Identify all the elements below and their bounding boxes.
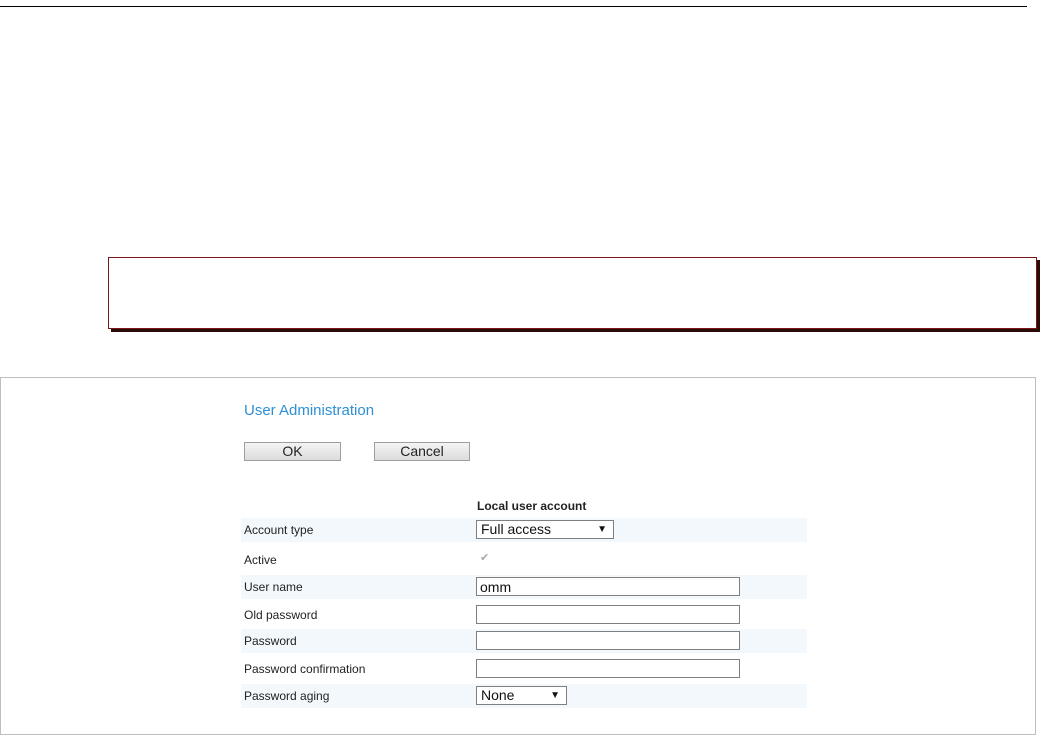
user-name-row: User name xyxy=(241,575,807,599)
chevron-down-icon: ▼ xyxy=(550,690,560,701)
checkmark-icon: ✔ xyxy=(480,552,490,564)
account-type-row: Account type Full access ▼ xyxy=(241,518,807,542)
password-label: Password xyxy=(244,634,297,648)
old-password-row: Old password xyxy=(241,603,807,627)
cancel-button[interactable]: Cancel xyxy=(374,442,470,461)
user-name-label: User name xyxy=(244,580,303,594)
active-label: Active xyxy=(244,553,277,567)
section-heading: Local user account xyxy=(477,499,587,513)
note-box xyxy=(108,257,1037,329)
password-aging-row: Password aging None ▼ xyxy=(241,684,807,708)
user-name-input[interactable] xyxy=(476,577,740,596)
password-aging-label: Password aging xyxy=(244,689,330,703)
password-input[interactable] xyxy=(476,631,740,650)
header-rule xyxy=(0,6,1027,7)
page-title: User Administration xyxy=(244,402,375,419)
password-row: Password xyxy=(241,629,807,653)
active-checkbox[interactable]: ✔ xyxy=(480,552,492,564)
chevron-down-icon: ▼ xyxy=(597,524,607,535)
account-type-value: Full access xyxy=(481,521,552,537)
account-type-label: Account type xyxy=(244,523,314,537)
old-password-input[interactable] xyxy=(476,605,740,624)
password-confirmation-label: Password confirmation xyxy=(244,662,366,676)
password-aging-value: None xyxy=(481,687,515,703)
document-page: User Administration OK Cancel Local user… xyxy=(0,0,1043,735)
ok-button[interactable]: OK xyxy=(244,442,341,461)
password-confirmation-row: Password confirmation xyxy=(241,657,807,681)
password-confirmation-input[interactable] xyxy=(476,659,740,678)
old-password-label: Old password xyxy=(244,608,318,622)
active-row: Active ✔ xyxy=(241,548,807,572)
user-administration-screenshot: User Administration OK Cancel Local user… xyxy=(0,377,1036,735)
account-type-select[interactable]: Full access ▼ xyxy=(476,520,614,539)
password-aging-select[interactable]: None ▼ xyxy=(476,686,567,705)
